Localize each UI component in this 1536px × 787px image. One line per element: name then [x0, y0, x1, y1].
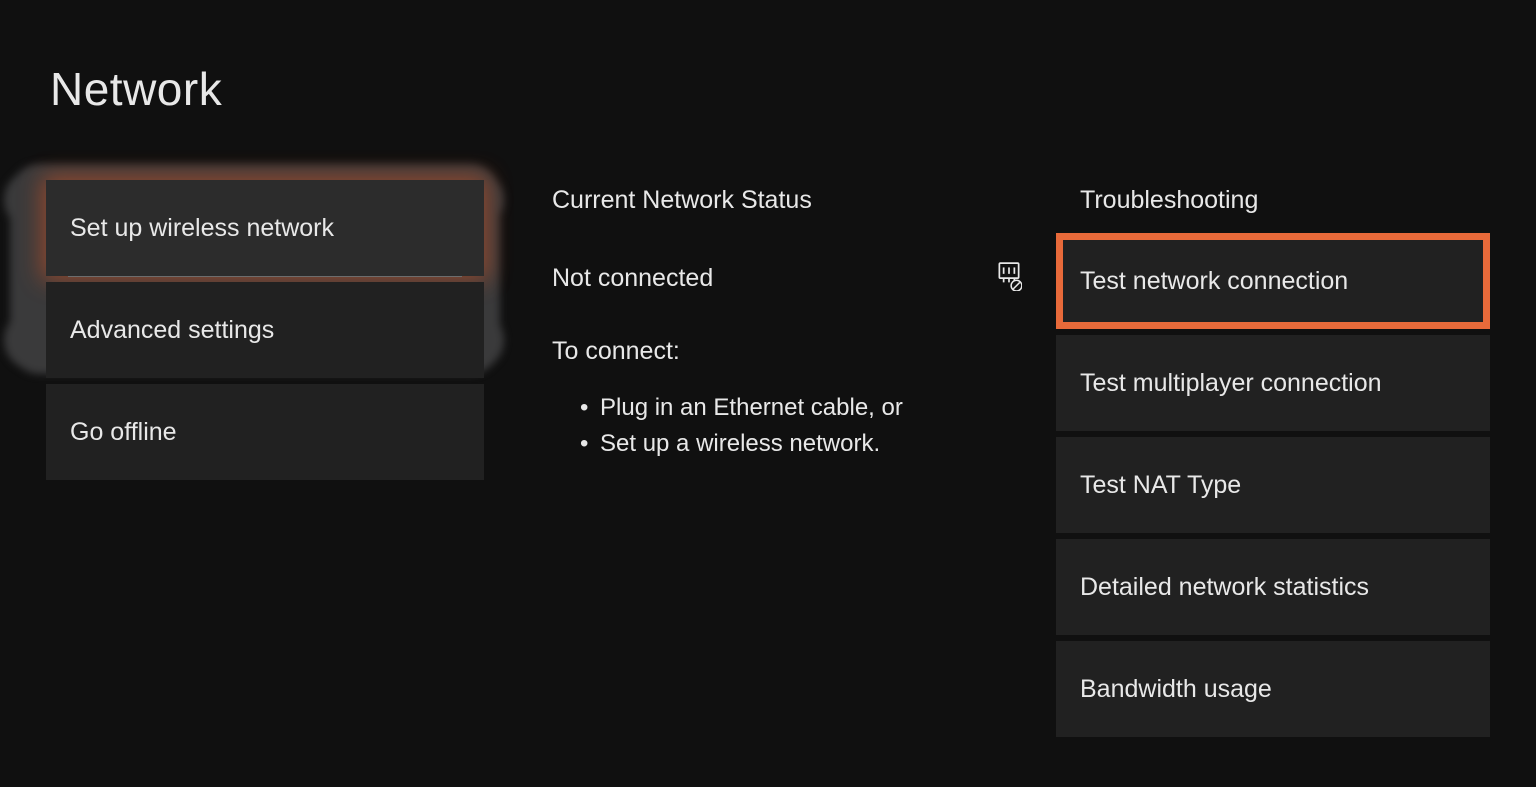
network-actions-column: Set up wireless network Advanced setting… [0, 180, 502, 486]
page-title: Network [50, 62, 222, 116]
troubleshooting-column: Troubleshooting Test network connection … [1056, 186, 1496, 743]
setup-wireless-button[interactable]: Set up wireless network [46, 180, 484, 276]
connect-bullet-ethernet: Plug in an Ethernet cable, or [600, 390, 1022, 426]
setup-wireless-label: Set up wireless network [70, 214, 334, 243]
advanced-settings-label: Advanced settings [70, 316, 274, 345]
test-multiplayer-connection-button[interactable]: Test multiplayer connection [1056, 335, 1490, 431]
detailed-network-statistics-button[interactable]: Detailed network statistics [1056, 539, 1490, 635]
ethernet-disconnected-icon [996, 261, 1022, 291]
test-network-connection-label: Test network connection [1080, 267, 1348, 296]
go-offline-label: Go offline [70, 418, 177, 447]
connect-instructions: Plug in an Ethernet cable, or Set up a w… [552, 390, 1022, 462]
status-value: Not connected [552, 264, 713, 293]
to-connect-heading: To connect: [552, 337, 1022, 366]
go-offline-button[interactable]: Go offline [46, 384, 484, 480]
network-status-column: Current Network Status Not connected To … [552, 186, 1022, 462]
test-network-connection-button[interactable]: Test network connection [1056, 233, 1490, 329]
connect-bullet-wireless: Set up a wireless network. [600, 426, 1022, 462]
detailed-network-statistics-label: Detailed network statistics [1080, 573, 1369, 602]
status-row: Not connected [552, 263, 1022, 293]
test-multiplayer-connection-label: Test multiplayer connection [1080, 369, 1382, 398]
bandwidth-usage-button[interactable]: Bandwidth usage [1056, 641, 1490, 737]
advanced-settings-button[interactable]: Advanced settings [46, 282, 484, 378]
bandwidth-usage-label: Bandwidth usage [1080, 675, 1272, 704]
test-nat-type-label: Test NAT Type [1080, 471, 1241, 500]
test-nat-type-button[interactable]: Test NAT Type [1056, 437, 1490, 533]
status-heading: Current Network Status [552, 186, 1022, 215]
troubleshooting-heading: Troubleshooting [1056, 186, 1496, 215]
